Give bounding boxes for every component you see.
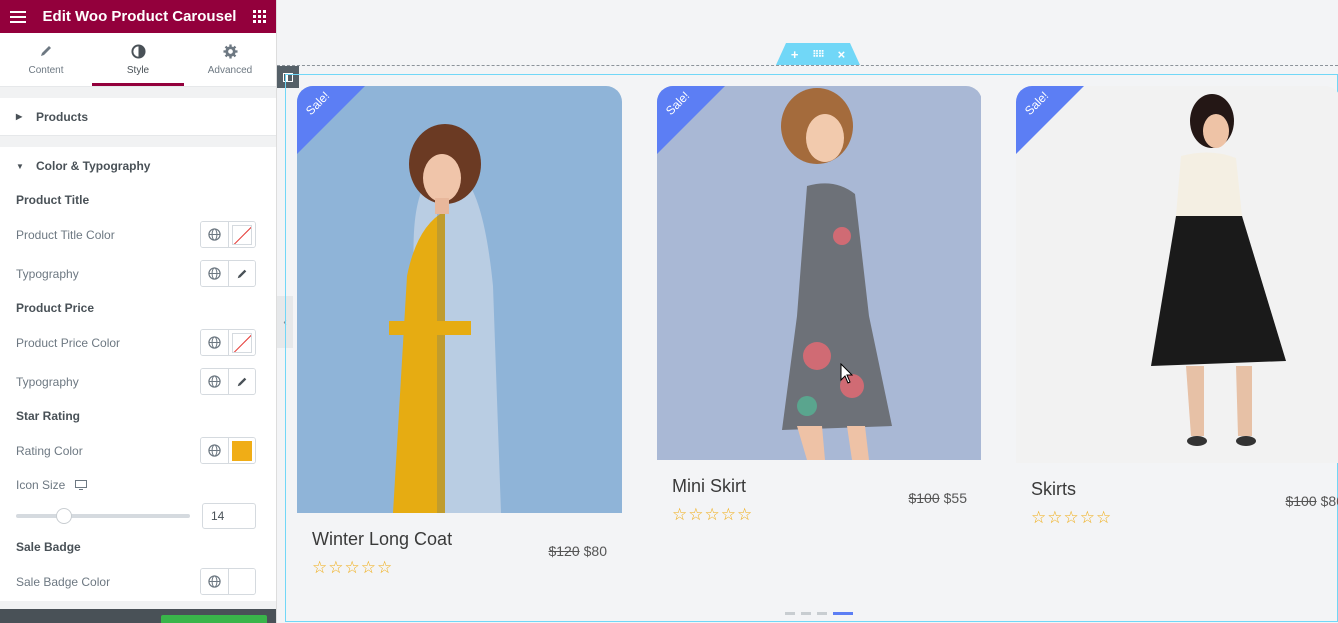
gear-icon (222, 43, 238, 59)
icon-size-slider[interactable] (16, 508, 190, 524)
product-price: $100$80 (1285, 493, 1338, 509)
add-icon[interactable]: + (791, 47, 799, 62)
caret-down-icon: ▼ (16, 161, 24, 171)
star-rating: ☆☆☆☆☆ (672, 505, 754, 524)
section-color-typography[interactable]: ▼ Color & Typography (0, 147, 276, 185)
tab-advanced[interactable]: Advanced (184, 33, 276, 86)
drag-handle-icon[interactable]: ⠿⠿ (812, 49, 824, 60)
edit-pencil-icon[interactable] (228, 369, 255, 394)
control-rating-color: Rating Color (16, 431, 256, 470)
product-title[interactable]: Mini Skirt (672, 476, 746, 497)
color-typography-controls: Product Title Product Title Color Typogr… (0, 185, 276, 601)
control-product-title-color: Product Title Color (16, 215, 256, 254)
tab-content[interactable]: Content (0, 33, 92, 86)
section-products-label: Products (36, 109, 89, 124)
product-title-color-label: Product Title Color (16, 227, 115, 242)
group-product-price: Product Price (16, 301, 95, 315)
product-price: $100 $55 (908, 490, 967, 506)
product-price-color-label: Product Price Color (16, 335, 121, 350)
control-product-price-color: Product Price Color (16, 323, 256, 362)
pagination-dot[interactable] (817, 612, 827, 615)
global-icon[interactable] (201, 369, 228, 394)
tab-content-label: Content (28, 65, 64, 76)
slider-handle[interactable] (56, 508, 72, 524)
pagination-dot[interactable] (801, 612, 811, 615)
panel-title: Edit Woo Product Carousel (42, 8, 237, 25)
product-image[interactable]: Sale! (297, 86, 622, 513)
product-image[interactable]: Sale! (1016, 86, 1338, 463)
rating-color-picker[interactable] (228, 438, 255, 463)
sale-badge-color-label: Sale Badge Color (16, 574, 111, 589)
global-icon[interactable] (201, 222, 228, 247)
product-image[interactable]: Sale! (657, 86, 982, 460)
panel-footer (0, 609, 276, 623)
global-icon[interactable] (201, 330, 228, 355)
pagination-dot[interactable] (785, 612, 795, 615)
sale-price: $55 (943, 490, 967, 506)
title-typography-label: Typography (16, 266, 79, 281)
tab-style[interactable]: Style (92, 33, 184, 86)
icon-size-input[interactable]: 14 (202, 503, 256, 529)
section-color-typography-label: Color & Typography (36, 159, 151, 173)
edit-pencil-icon[interactable] (228, 261, 255, 286)
section-outline (277, 65, 1338, 66)
product-card[interactable]: Sale! Skirts $100$80 ☆☆☆☆☆ (1016, 86, 1338, 533)
old-price: $120 (548, 543, 580, 559)
panel-tabs: Content Style Advanced (0, 33, 276, 87)
sale-price: $80 (583, 543, 607, 559)
star-rating: ☆☆☆☆☆ (312, 558, 394, 577)
caret-right-icon: ▶ (16, 112, 23, 121)
product-card[interactable]: Sale! Mini Skirt $100 $55 ☆☆☆☆☆ (657, 86, 982, 530)
menu-icon[interactable] (10, 10, 26, 23)
rating-color-label: Rating Color (16, 443, 83, 458)
desktop-icon[interactable] (75, 480, 88, 490)
icon-size-label: Icon Size (16, 478, 66, 492)
star-rating: ☆☆☆☆☆ (1031, 508, 1113, 527)
update-button[interactable] (161, 615, 267, 623)
close-icon[interactable]: × (838, 47, 846, 62)
control-title-typography: Typography (16, 254, 256, 293)
price-typography-label: Typography (16, 374, 79, 389)
section-handle[interactable]: + ⠿⠿ × (776, 43, 860, 65)
sale-price: $80 (1320, 493, 1338, 509)
product-title[interactable]: Skirts (1031, 479, 1076, 500)
product-title-color-picker[interactable] (228, 222, 255, 247)
product-price-color-picker[interactable] (228, 330, 255, 355)
product-card[interactable]: Sale! Winter Long Coat $120 $80 ☆☆☆☆☆ (297, 86, 622, 583)
control-icon-size: Icon Size (16, 470, 256, 500)
preview-canvas: ‹ + ⠿⠿ × Sale! Winter Long Coat $120 $80… (277, 0, 1338, 623)
control-sale-badge-color: Sale Badge Color (16, 562, 256, 601)
panel-header: Edit Woo Product Carousel (0, 0, 276, 33)
group-product-title: Product Title (16, 193, 90, 207)
pagination-dot-active[interactable] (833, 612, 853, 615)
editor-panel: Edit Woo Product Carousel Content Style … (0, 0, 277, 623)
pencil-icon (39, 43, 53, 59)
product-title[interactable]: Winter Long Coat (312, 529, 452, 550)
tab-style-label: Style (126, 65, 150, 76)
group-star-rating: Star Rating (16, 409, 81, 423)
carousel-pagination (785, 612, 853, 615)
icon-size-slider-row: 14 (16, 500, 256, 532)
global-icon[interactable] (201, 569, 228, 594)
section-products[interactable]: ▶ Products (0, 98, 276, 136)
global-icon[interactable] (201, 438, 228, 463)
contrast-icon (130, 43, 146, 59)
global-icon[interactable] (201, 261, 228, 286)
old-price: $100 (908, 490, 940, 506)
widgets-grid-icon[interactable] (253, 10, 266, 23)
old-price: $100 (1285, 493, 1317, 509)
panel-body: ▶ Products ▼ Color & Typography Product … (0, 87, 276, 623)
tab-advanced-label: Advanced (207, 65, 253, 76)
control-price-typography: Typography (16, 362, 256, 401)
sale-badge-color-picker[interactable] (228, 569, 255, 594)
product-price: $120 $80 (548, 543, 607, 559)
mouse-cursor-icon (840, 363, 854, 384)
group-sale-badge: Sale Badge (16, 540, 81, 554)
